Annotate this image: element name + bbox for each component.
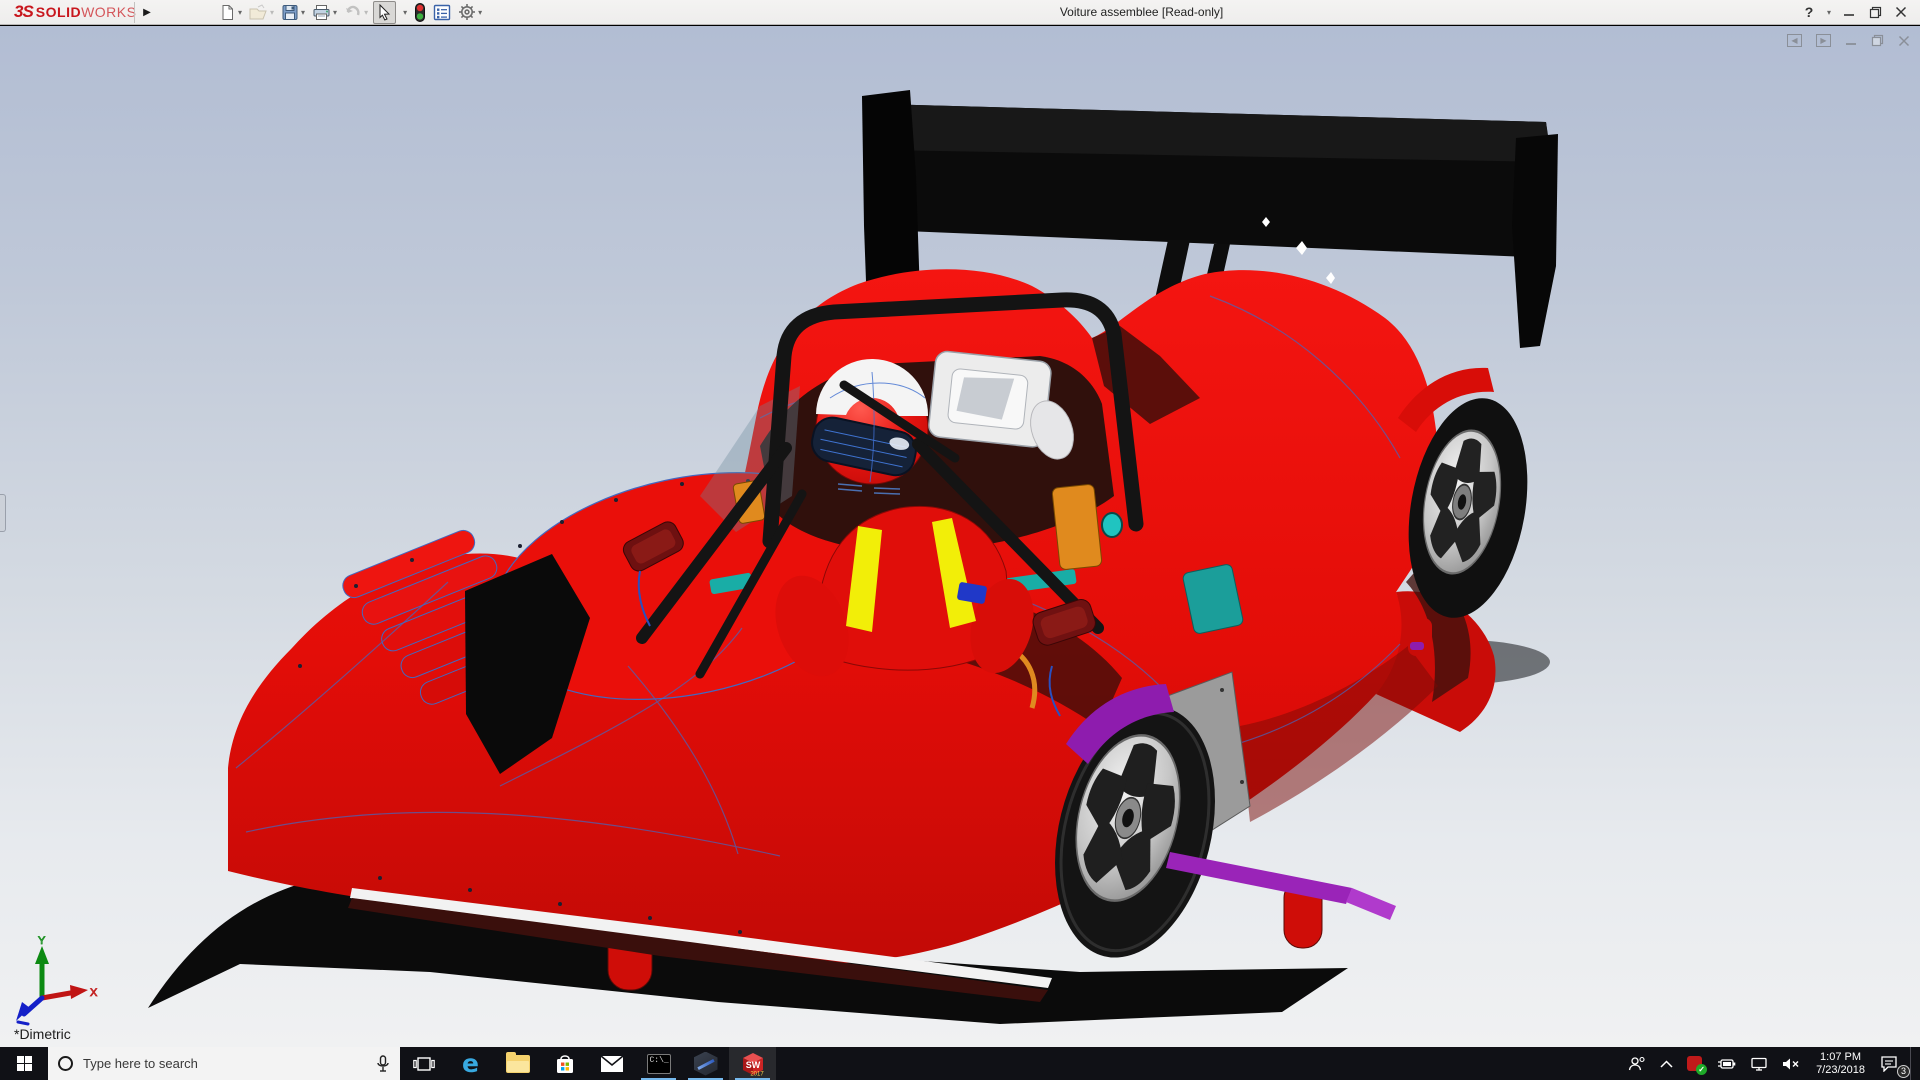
mail-icon — [600, 1055, 624, 1073]
window-controls: ? ▾ — [1796, 0, 1920, 24]
print-icon — [312, 4, 331, 21]
solidworks-logo-mark: 3S — [14, 2, 33, 22]
close-button[interactable] — [1888, 0, 1914, 24]
solidworks-tray-button[interactable]: ✓ — [1680, 1047, 1709, 1080]
window-title: Voiture assemblee [Read-only] — [487, 5, 1796, 19]
volume-muted-icon — [1782, 1057, 1801, 1071]
tray-overflow-button[interactable] — [1653, 1047, 1680, 1080]
save-button[interactable]: ▾ — [279, 1, 307, 24]
save-icon — [281, 4, 299, 21]
select-tool-caret[interactable]: ▾ — [399, 1, 409, 24]
help-button[interactable]: ? — [1796, 0, 1822, 24]
restore-button[interactable] — [1862, 0, 1888, 24]
battery-plug-icon — [1716, 1058, 1736, 1070]
clock[interactable]: 1:07 PM 7/23/2018 — [1808, 1051, 1873, 1077]
new-document-icon — [219, 4, 236, 21]
new-document-button[interactable]: ▾ — [217, 1, 244, 24]
next-window-icon[interactable]: ▶ — [1816, 34, 1831, 47]
search-input[interactable] — [83, 1056, 370, 1071]
triad-y-label: Y — [38, 935, 46, 947]
design-binder-button[interactable] — [431, 1, 453, 24]
cortana-icon — [58, 1056, 73, 1071]
traffic-light-icon — [414, 3, 426, 22]
people-icon — [1628, 1056, 1646, 1072]
network-tray-button[interactable] — [1743, 1047, 1775, 1080]
race-car-model[interactable] — [0, 26, 1920, 1047]
view-orientation-label: *Dimetric — [14, 1026, 71, 1042]
action-center-button[interactable]: 3 — [1873, 1047, 1910, 1080]
title-bar: 3S SOLIDWORKS ▶ ▾ ▾ — [0, 0, 1920, 25]
action-center-icon — [1880, 1055, 1898, 1072]
power-tray-button[interactable] — [1709, 1047, 1743, 1080]
solidworks-2017-icon: SW 2017 — [740, 1051, 766, 1077]
hexagon-app-icon — [694, 1052, 718, 1076]
open-icon — [249, 4, 268, 21]
network-icon — [1750, 1057, 1768, 1071]
restore-icon — [1869, 6, 1882, 19]
volume-tray-button[interactable] — [1775, 1047, 1808, 1080]
windows-taskbar: e — [0, 1047, 1920, 1080]
show-desktop-button[interactable] — [1910, 1047, 1916, 1080]
divider — [134, 2, 135, 23]
system-tray: ✓ — [1621, 1047, 1920, 1080]
solidworks-status-icon: ✓ — [1687, 1056, 1702, 1071]
undo-icon — [344, 4, 362, 20]
tray-date: 7/23/2018 — [1816, 1064, 1865, 1077]
command-prompt-icon: C:\_ — [647, 1054, 671, 1074]
taskbar-app-store[interactable] — [541, 1047, 588, 1080]
gear-icon — [458, 3, 476, 21]
undo-button[interactable]: ▾ — [342, 1, 370, 24]
people-button[interactable] — [1621, 1047, 1653, 1080]
pane-splitter-handle[interactable] — [0, 494, 6, 532]
menu-expand-arrow[interactable]: ▶ — [139, 0, 155, 25]
print-button[interactable]: ▾ — [310, 1, 339, 24]
taskbar-app-solidworks[interactable]: SW 2017 — [729, 1047, 776, 1080]
quick-access-toolbar: ▾ ▾ ▾ — [217, 1, 487, 24]
previous-window-icon[interactable]: ◀ — [1787, 34, 1802, 47]
task-view-icon — [413, 1055, 435, 1073]
tray-time: 1:07 PM — [1820, 1051, 1861, 1064]
doc-minimize-button[interactable] — [1845, 35, 1857, 47]
close-icon — [1895, 6, 1907, 18]
store-icon — [554, 1053, 576, 1075]
select-tool-button[interactable] — [373, 1, 396, 24]
help-caret[interactable]: ▾ — [1822, 0, 1836, 24]
solidworks-app-window: 3S SOLIDWORKS ▶ ▾ ▾ — [0, 0, 1920, 1080]
edge-icon: e — [462, 1051, 479, 1076]
task-view-button[interactable] — [400, 1047, 447, 1080]
taskbar-app-edge[interactable]: e — [447, 1047, 494, 1080]
notification-badge: 3 — [1897, 1065, 1910, 1078]
svg-text:2017: 2017 — [750, 1071, 764, 1077]
taskbar-app-mail[interactable] — [588, 1047, 635, 1080]
microphone-icon[interactable] — [376, 1055, 390, 1073]
select-arrow-icon — [376, 4, 393, 21]
taskbar-app-hexagon[interactable] — [682, 1047, 729, 1080]
coordinate-triad: Y X — [8, 934, 98, 1026]
start-button[interactable] — [0, 1047, 48, 1080]
minimize-icon — [1843, 6, 1855, 18]
svg-text:SW: SW — [745, 1060, 760, 1070]
interference-traffic-light-button[interactable] — [412, 1, 428, 24]
doc-restore-button[interactable] — [1871, 34, 1884, 47]
taskbar-apps: e — [400, 1047, 776, 1080]
chevron-up-icon — [1660, 1060, 1673, 1068]
taskbar-search[interactable] — [48, 1047, 400, 1080]
doc-close-button[interactable] — [1898, 35, 1910, 47]
windows-logo-icon — [17, 1056, 32, 1071]
minimize-button[interactable] — [1836, 0, 1862, 24]
document-window-controls: ◀ ▶ — [1787, 34, 1910, 47]
open-button[interactable]: ▾ — [247, 1, 276, 24]
triad-x-label: X — [90, 987, 98, 999]
taskbar-app-command-prompt[interactable]: C:\_ — [635, 1047, 682, 1080]
taskbar-app-file-explorer[interactable] — [494, 1047, 541, 1080]
properties-list-icon — [433, 4, 451, 21]
graphics-viewport[interactable]: ◀ ▶ — [0, 26, 1920, 1047]
check-icon: ✓ — [1696, 1064, 1707, 1075]
solidworks-logo: 3S SOLIDWORKS — [0, 2, 128, 22]
file-explorer-icon — [506, 1055, 530, 1073]
options-button[interactable]: ▾ — [456, 1, 484, 24]
